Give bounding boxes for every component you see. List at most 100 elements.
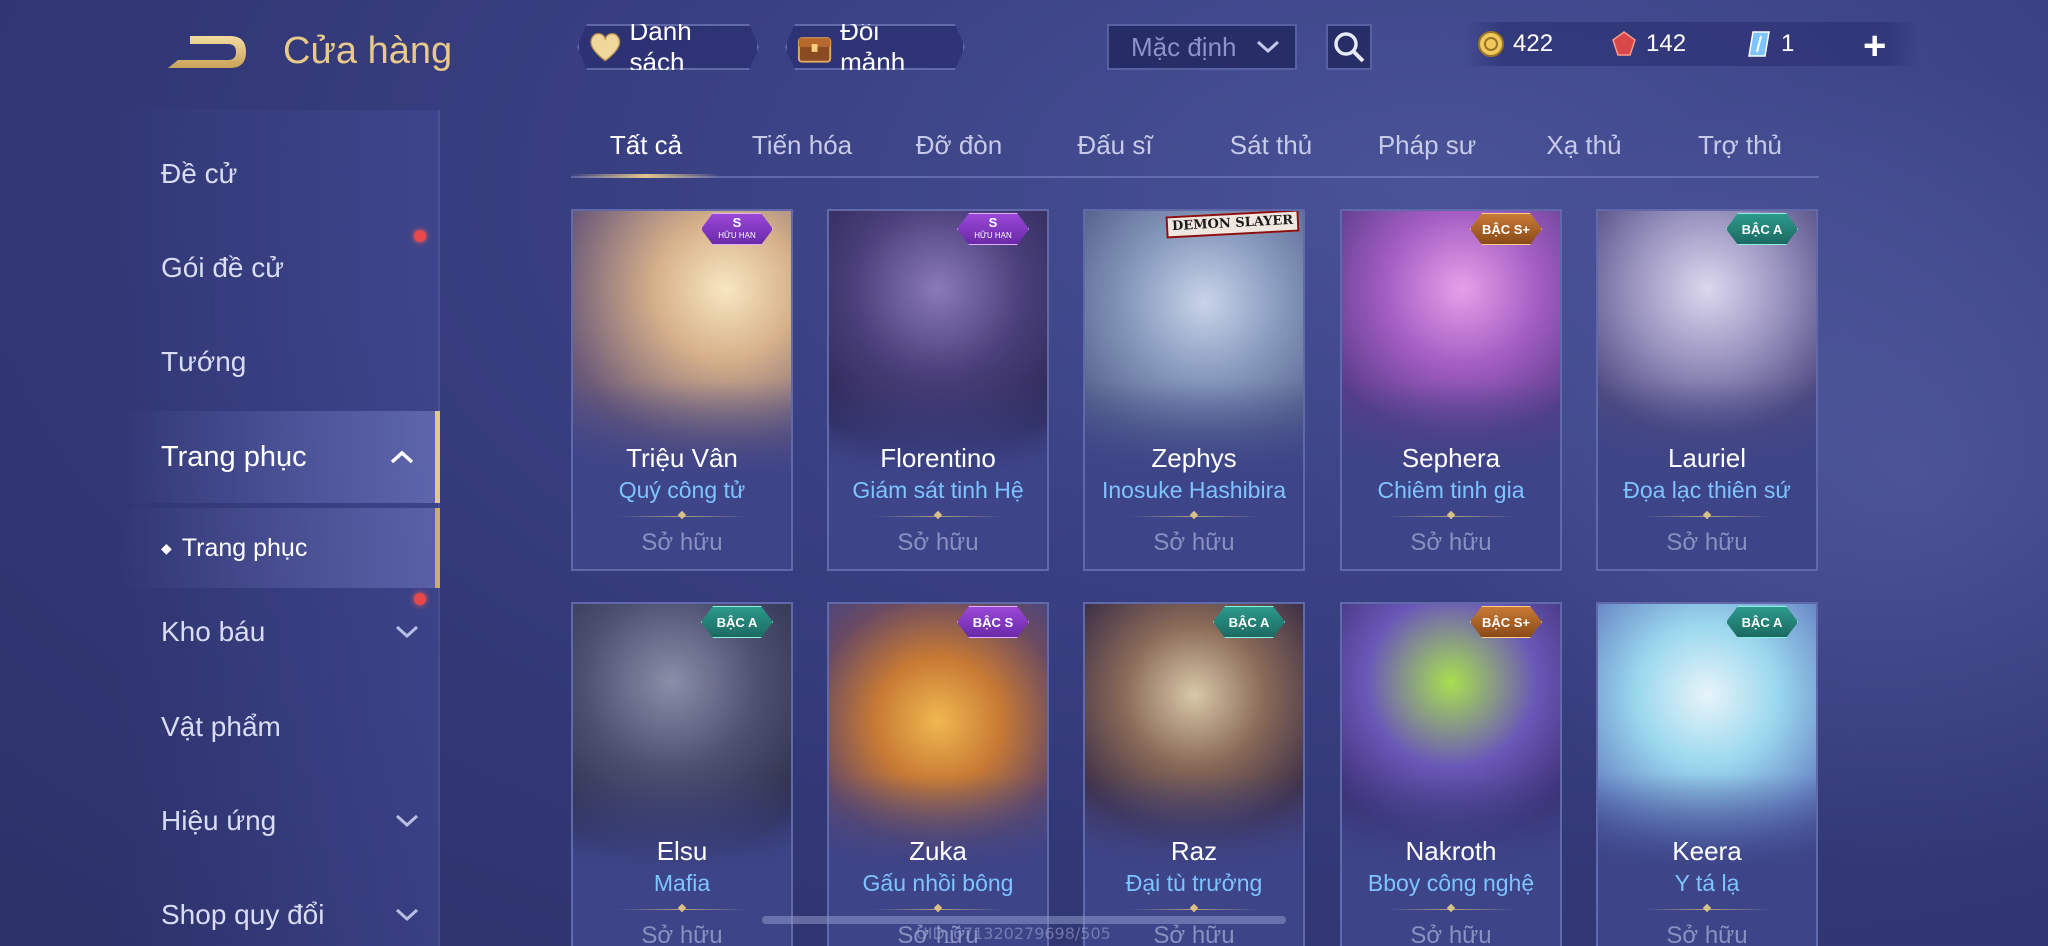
divider [1128,909,1260,910]
rank-badge: BẬC S+ [1470,213,1542,245]
owned-status: Sở hữu [1153,529,1235,556]
rank-badge: BẬC A [1726,606,1798,638]
back-button[interactable] [160,30,250,76]
voucher-amount: 1 [1781,30,1795,57]
skin-card[interactable]: BẬC S Zuka Gấu nhồi bông Sở hữu [827,602,1049,946]
skin-name: Giám sát tinh Hệ [852,477,1024,503]
sidebar-item-recommended-packs[interactable]: Gói đề cử [120,222,440,314]
skin-card[interactable]: BẬC A Raz Đại tù trưởng Sở hữu [1083,602,1305,946]
tab-warrior[interactable]: Đấu sĩ [1040,130,1190,161]
role-tabs: Tất cả Tiến hóa Đỡ đòn Đấu sĩ Sát thủ Ph… [571,120,1819,178]
owned-status: Sở hữu [1666,922,1748,946]
sidebar-item-skins[interactable]: Trang phục [120,411,440,503]
currency-bar: 422 142 1 + [1465,22,1920,69]
divider [1641,909,1773,910]
fragment-button-label: Đổi mảnh [840,16,906,77]
hero-name: Zephys [1151,443,1237,473]
sidebar-item-label: Đề cử [161,158,238,189]
skin-name: Gấu nhồi bông [862,870,1014,896]
skin-name: Đọa lạc thiên sứ [1623,477,1791,503]
skin-card[interactable]: S HỮU HẠN Florentino Giám sát tinh Hệ Sở … [827,209,1049,571]
add-currency-button[interactable]: + [1863,24,1886,69]
owned-status: Sở hữu [1153,922,1235,946]
divider [872,516,1004,517]
divider [1385,516,1517,517]
hero-name: Zuka [909,836,967,866]
search-button[interactable] [1326,24,1372,70]
chevron-down-icon [395,814,419,828]
tab-mage[interactable]: Pháp sư [1352,130,1502,161]
owned-status: Sở hữu [1410,529,1492,556]
rank-badge: S HỮU HẠN [701,213,773,245]
rank-badge: BẬC S+ [1470,606,1542,638]
ruby-currency: 142 [1610,30,1686,58]
skin-card[interactable]: BẬC A Elsu Mafia Sở hữu [571,602,793,946]
skin-name: Chiêm tinh gia [1377,477,1525,503]
skin-name: Inosuke Hashibira [1101,477,1287,503]
sidebar-item-effects[interactable]: Hiệu ứng [120,775,440,867]
back-arrow-icon [168,36,246,68]
chevron-up-icon [390,450,414,464]
skin-card[interactable]: BẬC A Lauriel Đọa lạc thiên sứ Sở hữu [1596,209,1818,571]
skin-name: Y tá lạ [1674,870,1740,896]
owned-status: Sở hữu [641,529,723,556]
sidebar-item-label: Vật phẩm [161,711,281,742]
tab-assassin[interactable]: Sát thủ [1196,130,1346,161]
hero-name: Lauriel [1667,443,1747,473]
skin-name: Quý công tử [618,477,746,503]
skin-card[interactable]: BẬC S+ Nakroth Bboy công nghệ Sở hữu [1340,602,1562,946]
divider [872,909,1004,910]
voucher-currency: 1 [1745,30,1794,58]
sidebar-item-items[interactable]: Vật phẩm [120,681,440,773]
owned-status: Sở hữu [641,922,723,946]
divider [616,909,748,910]
sidebar-item-label: Hiệu ứng [161,805,277,836]
chevron-down-icon [395,625,419,639]
sidebar: Đề cử Gói đề cử Tướng Trang phục ◆ Trang… [120,110,440,946]
skin-card[interactable]: BẬC A Keera Y tá lạ Sở hữu [1596,602,1818,946]
skin-name: Bboy công nghệ [1367,870,1535,896]
sidebar-item-label: Trang phục [161,440,307,473]
tab-evolution[interactable]: Tiến hóa [727,130,877,161]
voucher-icon [1748,31,1770,57]
tab-tank[interactable]: Đỡ đòn [884,130,1034,161]
sidebar-item-treasure[interactable]: Kho báu [120,586,440,678]
gold-currency: 422 [1477,30,1553,58]
sidebar-item-recommended[interactable]: Đề cử [120,128,440,220]
ruby-gem-icon [1612,31,1636,56]
sort-dropdown[interactable]: Mặc định [1107,24,1297,70]
rank-badge: BẬC A [1726,213,1798,245]
rank-badge: BẬC S [957,606,1029,638]
sidebar-item-heroes[interactable]: Tướng [120,316,440,408]
skin-card[interactable]: DEMON SLAYER Zephys Inosuke Hashibira Sở… [1083,209,1305,571]
skin-name: Đại tù trưởng [1125,870,1263,896]
tab-marksman[interactable]: Xạ thủ [1509,130,1659,161]
gold-amount: 422 [1513,30,1554,57]
skin-card[interactable]: BẬC S+ Sephera Chiêm tinh gia Sở hữu [1340,209,1562,571]
rank-badge: S HỮU HẠN [957,213,1029,245]
chevron-down-icon [1256,40,1280,54]
owned-status: Sở hữu [1410,922,1492,946]
user-id: UID_671320279698/505 [916,924,1111,943]
tab-label: Tất cả [609,130,683,160]
bullet-icon: ◆ [161,539,172,556]
divider [1128,516,1260,517]
search-icon [1334,32,1365,63]
sidebar-item-label: Kho báu [161,616,266,647]
hero-name: Keera [1672,836,1742,866]
tab-label: Sát thủ [1229,130,1313,160]
hero-name: Nakroth [1405,836,1497,866]
rank-badge: BẬC A [1213,606,1285,638]
skin-card[interactable]: S HỮU HẠN Triệu Vân Quý công tử Sở hữu [571,209,793,571]
sidebar-item-exchange-shop[interactable]: Shop quy đổi [120,869,440,946]
list-button[interactable]: Danh sách [577,24,759,70]
sidebar-item-label: Gói đề cử [161,252,285,283]
tab-support[interactable]: Trợ thủ [1665,130,1815,161]
tab-label: Pháp sư [1377,130,1477,160]
tab-label: Đỡ đòn [915,130,1003,160]
fragment-exchange-button[interactable]: Đổi mảnh [785,24,965,70]
home-indicator[interactable] [762,916,1286,924]
sidebar-subitem-skins[interactable]: ◆ Trang phục [120,508,440,588]
notification-dot [414,230,426,242]
tab-all[interactable]: Tất cả [571,130,721,161]
